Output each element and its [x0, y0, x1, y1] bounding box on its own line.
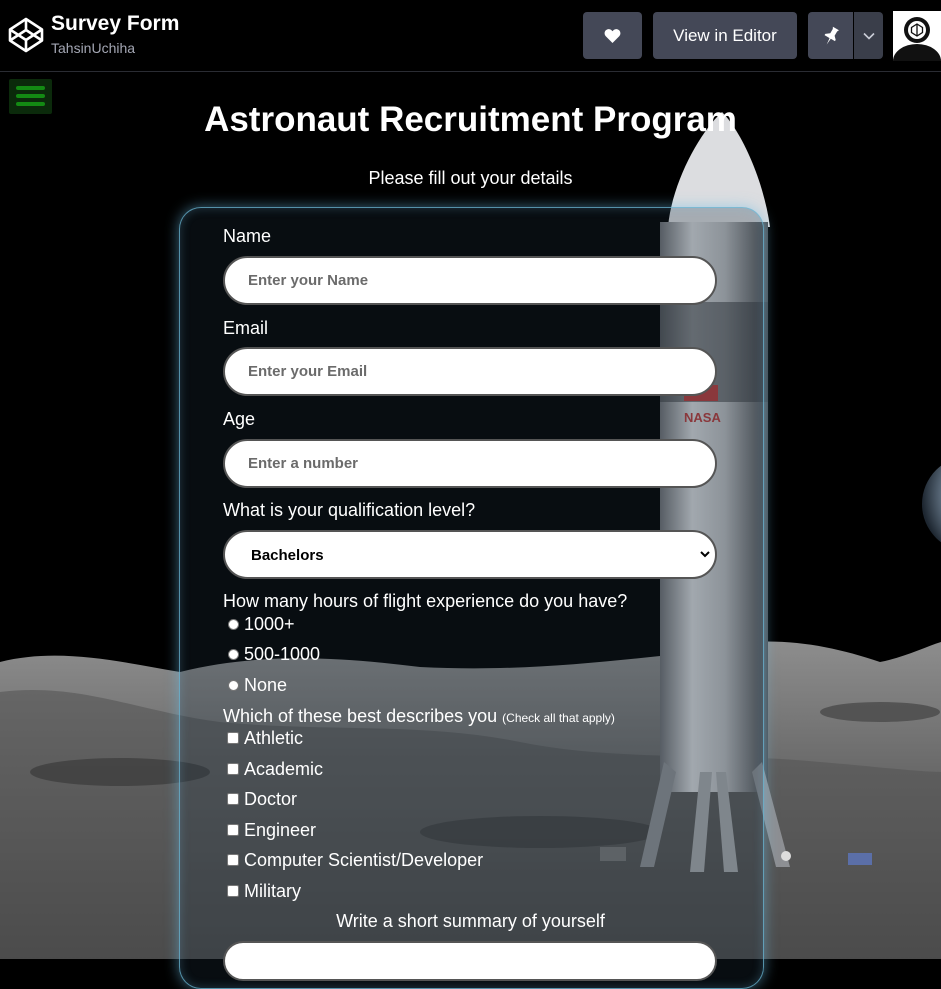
flight-option-label: None — [244, 674, 288, 695]
email-label: Email — [223, 318, 269, 338]
pin-button[interactable] — [808, 12, 853, 59]
page-title: Astronaut Recruitment Program — [204, 100, 737, 139]
pin-icon — [824, 26, 839, 44]
flight-option[interactable]: 500-1000 — [228, 644, 320, 664]
flight-option[interactable]: None — [228, 675, 287, 695]
radio-button[interactable] — [228, 648, 239, 660]
describe-option-label: Athletic — [244, 727, 304, 748]
chevron-down-icon — [700, 551, 710, 558]
qualification-selected-value: Bachelors — [251, 547, 324, 564]
describe-label: Which of these best describes you (Check… — [223, 706, 615, 727]
describe-option[interactable]: Academic — [227, 759, 323, 779]
age-label: Age — [223, 409, 256, 429]
page-description: Please fill out your details — [368, 168, 573, 188]
describe-option-label: Computer Scientist/Developer — [244, 849, 484, 870]
radio-button[interactable] — [228, 618, 239, 630]
describe-option-label: Doctor — [244, 788, 298, 809]
pin-menu-button[interactable] — [854, 12, 883, 59]
checkbox[interactable] — [227, 763, 239, 775]
codepen-logo-icon[interactable] — [8, 17, 44, 53]
avatar[interactable] — [893, 11, 941, 61]
flight-option[interactable]: 1000+ — [228, 614, 295, 634]
view-in-editor-button[interactable]: View in Editor — [653, 12, 797, 59]
describe-hint: (Check all that apply) — [502, 711, 615, 725]
describe-option-label: Engineer — [244, 819, 317, 840]
describe-question: Which of these best describes you — [223, 706, 498, 726]
summary-label: Write a short summary of yourself — [336, 911, 605, 931]
like-button[interactable] — [583, 12, 642, 59]
describe-option[interactable]: Military — [227, 881, 301, 901]
radio-button[interactable] — [228, 679, 239, 691]
pen-author[interactable]: TahsinUchiha — [51, 40, 135, 56]
email-input[interactable] — [223, 347, 717, 396]
checkbox[interactable] — [227, 885, 239, 897]
describe-option-label: Military — [244, 880, 301, 901]
checkbox[interactable] — [227, 824, 239, 836]
pen-title[interactable]: Survey Form — [51, 12, 179, 36]
qualification-label: What is your qualification level? — [223, 500, 476, 520]
checkbox[interactable] — [227, 793, 239, 805]
heart-icon — [604, 29, 621, 43]
qualification-dropdown[interactable]: Bachelors — [223, 530, 717, 579]
checkbox[interactable] — [227, 854, 239, 866]
flight-option-label: 500-1000 — [244, 643, 321, 664]
flight-option-label: 1000+ — [244, 613, 295, 634]
summary-textarea[interactable] — [223, 941, 717, 981]
name-input[interactable] — [223, 256, 717, 305]
describe-option[interactable]: Engineer — [227, 820, 316, 840]
flight-experience-label: How many hours of flight experience do y… — [223, 591, 628, 611]
describe-option[interactable]: Doctor — [227, 789, 297, 809]
codepen-header: Survey Form TahsinUchiha View in Editor — [0, 0, 941, 72]
describe-option-label: Academic — [244, 758, 324, 779]
describe-option[interactable]: Athletic — [227, 728, 303, 748]
name-label: Name — [223, 226, 272, 246]
checkbox[interactable] — [227, 732, 239, 744]
chevron-down-icon — [862, 32, 875, 40]
age-input[interactable] — [223, 439, 717, 488]
describe-option[interactable]: Computer Scientist/Developer — [227, 850, 483, 870]
